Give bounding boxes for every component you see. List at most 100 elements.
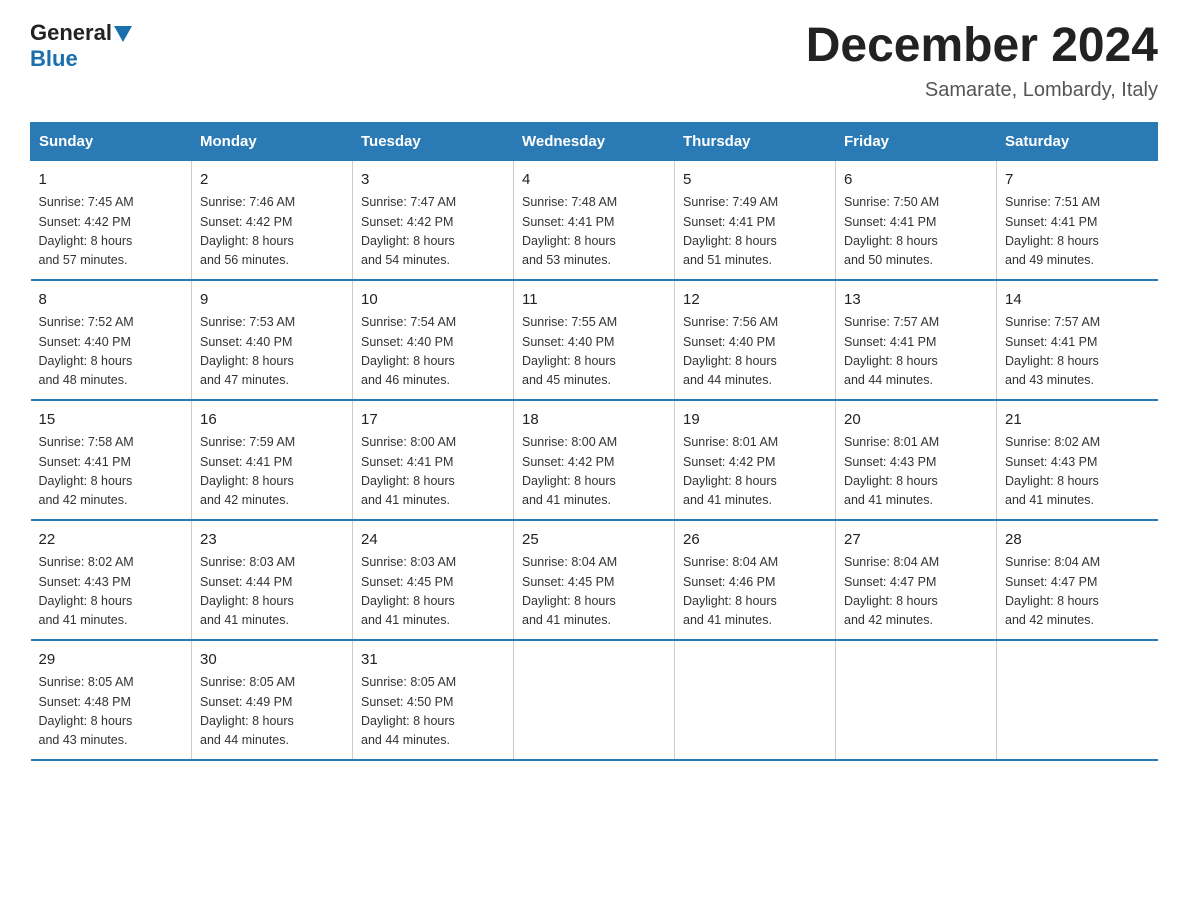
day-number: 20	[844, 409, 988, 432]
table-row: 4Sunrise: 7:48 AMSunset: 4:41 PMDaylight…	[514, 160, 675, 280]
table-row: 2Sunrise: 7:46 AMSunset: 4:42 PMDaylight…	[192, 160, 353, 280]
day-number: 23	[200, 529, 344, 552]
table-row: 21Sunrise: 8:02 AMSunset: 4:43 PMDayligh…	[997, 400, 1158, 520]
table-row: 13Sunrise: 7:57 AMSunset: 4:41 PMDayligh…	[836, 280, 997, 400]
day-info: Sunrise: 8:01 AMSunset: 4:42 PMDaylight:…	[683, 433, 827, 511]
calendar-subtitle: Samarate, Lombardy, Italy	[806, 79, 1158, 102]
day-info: Sunrise: 8:05 AMSunset: 4:48 PMDaylight:…	[39, 673, 184, 751]
table-row: 12Sunrise: 7:56 AMSunset: 4:40 PMDayligh…	[675, 280, 836, 400]
day-info: Sunrise: 8:04 AMSunset: 4:47 PMDaylight:…	[1005, 553, 1150, 631]
header-tuesday: Tuesday	[353, 122, 514, 160]
day-info: Sunrise: 7:55 AMSunset: 4:40 PMDaylight:…	[522, 313, 666, 391]
header-sunday: Sunday	[31, 122, 192, 160]
logo-blue: Blue	[30, 46, 78, 71]
day-info: Sunrise: 7:47 AMSunset: 4:42 PMDaylight:…	[361, 193, 505, 271]
day-number: 16	[200, 409, 344, 432]
day-number: 27	[844, 529, 988, 552]
day-info: Sunrise: 7:57 AMSunset: 4:41 PMDaylight:…	[1005, 313, 1150, 391]
table-row: 11Sunrise: 7:55 AMSunset: 4:40 PMDayligh…	[514, 280, 675, 400]
table-row: 10Sunrise: 7:54 AMSunset: 4:40 PMDayligh…	[353, 280, 514, 400]
day-info: Sunrise: 7:54 AMSunset: 4:40 PMDaylight:…	[361, 313, 505, 391]
day-number: 10	[361, 289, 505, 312]
calendar-week-row: 29Sunrise: 8:05 AMSunset: 4:48 PMDayligh…	[31, 640, 1158, 760]
day-info: Sunrise: 7:49 AMSunset: 4:41 PMDaylight:…	[683, 193, 827, 271]
calendar-week-row: 8Sunrise: 7:52 AMSunset: 4:40 PMDaylight…	[31, 280, 1158, 400]
day-info: Sunrise: 7:48 AMSunset: 4:41 PMDaylight:…	[522, 193, 666, 271]
table-row: 6Sunrise: 7:50 AMSunset: 4:41 PMDaylight…	[836, 160, 997, 280]
day-number: 30	[200, 649, 344, 672]
table-row: 14Sunrise: 7:57 AMSunset: 4:41 PMDayligh…	[997, 280, 1158, 400]
day-number: 12	[683, 289, 827, 312]
day-info: Sunrise: 8:05 AMSunset: 4:50 PMDaylight:…	[361, 673, 505, 751]
day-info: Sunrise: 7:46 AMSunset: 4:42 PMDaylight:…	[200, 193, 344, 271]
table-row: 29Sunrise: 8:05 AMSunset: 4:48 PMDayligh…	[31, 640, 192, 760]
table-row: 27Sunrise: 8:04 AMSunset: 4:47 PMDayligh…	[836, 520, 997, 640]
day-info: Sunrise: 8:02 AMSunset: 4:43 PMDaylight:…	[39, 553, 184, 631]
day-number: 11	[522, 289, 666, 312]
day-number: 14	[1005, 289, 1150, 312]
calendar-week-row: 1Sunrise: 7:45 AMSunset: 4:42 PMDaylight…	[31, 160, 1158, 280]
day-number: 31	[361, 649, 505, 672]
day-info: Sunrise: 7:45 AMSunset: 4:42 PMDaylight:…	[39, 193, 184, 271]
day-number: 25	[522, 529, 666, 552]
table-row: 18Sunrise: 8:00 AMSunset: 4:42 PMDayligh…	[514, 400, 675, 520]
day-number: 28	[1005, 529, 1150, 552]
weekday-header-row: Sunday Monday Tuesday Wednesday Thursday…	[31, 122, 1158, 160]
day-info: Sunrise: 7:56 AMSunset: 4:40 PMDaylight:…	[683, 313, 827, 391]
day-number: 8	[39, 289, 184, 312]
day-info: Sunrise: 8:04 AMSunset: 4:45 PMDaylight:…	[522, 553, 666, 631]
calendar-week-row: 22Sunrise: 8:02 AMSunset: 4:43 PMDayligh…	[31, 520, 1158, 640]
header-saturday: Saturday	[997, 122, 1158, 160]
day-number: 22	[39, 529, 184, 552]
table-row: 8Sunrise: 7:52 AMSunset: 4:40 PMDaylight…	[31, 280, 192, 400]
day-info: Sunrise: 8:02 AMSunset: 4:43 PMDaylight:…	[1005, 433, 1150, 511]
table-row: 19Sunrise: 8:01 AMSunset: 4:42 PMDayligh…	[675, 400, 836, 520]
header-friday: Friday	[836, 122, 997, 160]
day-info: Sunrise: 7:51 AMSunset: 4:41 PMDaylight:…	[1005, 193, 1150, 271]
day-number: 29	[39, 649, 184, 672]
table-row	[997, 640, 1158, 760]
day-info: Sunrise: 8:04 AMSunset: 4:46 PMDaylight:…	[683, 553, 827, 631]
day-info: Sunrise: 8:01 AMSunset: 4:43 PMDaylight:…	[844, 433, 988, 511]
title-section: December 2024 Samarate, Lombardy, Italy	[806, 20, 1158, 102]
calendar-week-row: 15Sunrise: 7:58 AMSunset: 4:41 PMDayligh…	[31, 400, 1158, 520]
day-number: 2	[200, 169, 344, 192]
day-info: Sunrise: 7:50 AMSunset: 4:41 PMDaylight:…	[844, 193, 988, 271]
calendar-table: Sunday Monday Tuesday Wednesday Thursday…	[30, 122, 1158, 761]
day-number: 26	[683, 529, 827, 552]
day-info: Sunrise: 8:03 AMSunset: 4:45 PMDaylight:…	[361, 553, 505, 631]
day-number: 5	[683, 169, 827, 192]
day-info: Sunrise: 7:57 AMSunset: 4:41 PMDaylight:…	[844, 313, 988, 391]
day-info: Sunrise: 8:00 AMSunset: 4:41 PMDaylight:…	[361, 433, 505, 511]
table-row: 31Sunrise: 8:05 AMSunset: 4:50 PMDayligh…	[353, 640, 514, 760]
day-info: Sunrise: 7:59 AMSunset: 4:41 PMDaylight:…	[200, 433, 344, 511]
day-number: 17	[361, 409, 505, 432]
table-row: 15Sunrise: 7:58 AMSunset: 4:41 PMDayligh…	[31, 400, 192, 520]
logo-arrow-icon	[114, 26, 132, 42]
table-row: 20Sunrise: 8:01 AMSunset: 4:43 PMDayligh…	[836, 400, 997, 520]
day-info: Sunrise: 8:00 AMSunset: 4:42 PMDaylight:…	[522, 433, 666, 511]
table-row: 3Sunrise: 7:47 AMSunset: 4:42 PMDaylight…	[353, 160, 514, 280]
table-row	[836, 640, 997, 760]
header-wednesday: Wednesday	[514, 122, 675, 160]
logo: General Blue	[30, 20, 132, 72]
day-number: 1	[39, 169, 184, 192]
day-info: Sunrise: 8:04 AMSunset: 4:47 PMDaylight:…	[844, 553, 988, 631]
day-number: 4	[522, 169, 666, 192]
day-info: Sunrise: 8:03 AMSunset: 4:44 PMDaylight:…	[200, 553, 344, 631]
table-row: 23Sunrise: 8:03 AMSunset: 4:44 PMDayligh…	[192, 520, 353, 640]
table-row: 9Sunrise: 7:53 AMSunset: 4:40 PMDaylight…	[192, 280, 353, 400]
table-row	[675, 640, 836, 760]
day-number: 15	[39, 409, 184, 432]
calendar-title: December 2024	[806, 20, 1158, 73]
day-info: Sunrise: 7:53 AMSunset: 4:40 PMDaylight:…	[200, 313, 344, 391]
table-row	[514, 640, 675, 760]
logo-general: General	[30, 20, 112, 46]
table-row: 30Sunrise: 8:05 AMSunset: 4:49 PMDayligh…	[192, 640, 353, 760]
header-thursday: Thursday	[675, 122, 836, 160]
table-row: 1Sunrise: 7:45 AMSunset: 4:42 PMDaylight…	[31, 160, 192, 280]
page-header: General Blue December 2024 Samarate, Lom…	[30, 20, 1158, 102]
day-number: 6	[844, 169, 988, 192]
day-info: Sunrise: 7:58 AMSunset: 4:41 PMDaylight:…	[39, 433, 184, 511]
header-monday: Monday	[192, 122, 353, 160]
